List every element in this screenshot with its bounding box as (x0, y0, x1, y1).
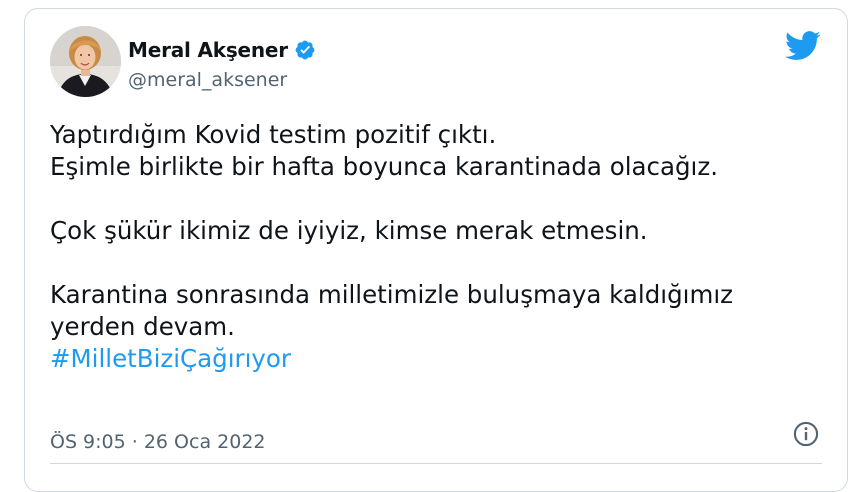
avatar[interactable] (50, 26, 121, 97)
divider (50, 463, 822, 464)
author-handle[interactable]: @meral_aksener (128, 69, 287, 91)
tweet-text: Yaptırdığım Kovid testim pozitif çıktı. … (50, 119, 830, 375)
author-display-name[interactable]: Meral Akşener (128, 38, 288, 62)
verified-badge-icon (295, 40, 315, 60)
hashtag-link[interactable]: #MilletBiziÇağırıyor (50, 343, 830, 375)
tweet-line: yerden devam. (50, 312, 235, 341)
tweet-line: Eşimle birlikte bir hafta boyunca karant… (50, 152, 719, 181)
twitter-bird-icon[interactable] (785, 31, 821, 61)
tweet-timestamp[interactable]: ÖS 9:05 · 26 Oca 2022 (50, 431, 266, 453)
info-icon[interactable] (792, 420, 820, 448)
tweet-line: Çok şükür ikimiz de iyiyiz, kimse merak … (50, 216, 648, 245)
author-name-row[interactable]: Meral Akşener (128, 38, 316, 62)
tweet-line: Yaptırdığım Kovid testim pozitif çıktı. (50, 120, 497, 149)
avatar-image (50, 26, 121, 97)
tweet-line: Karantina sonrasında milletimizle buluşm… (50, 280, 733, 309)
tweet-card[interactable]: Meral Akşener @meral_aksener Yaptırdığım… (24, 8, 848, 492)
